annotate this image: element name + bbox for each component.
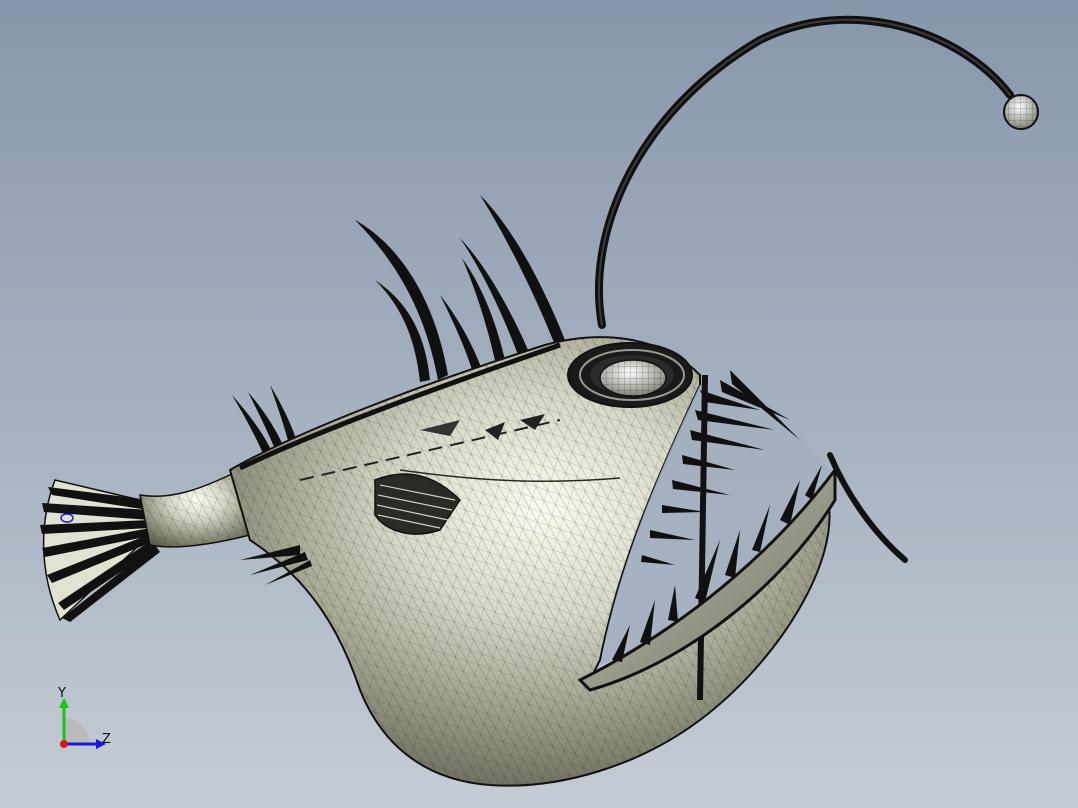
illicium-lure <box>595 15 1039 329</box>
model-view[interactable] <box>0 0 1078 808</box>
triad-axes <box>59 698 106 749</box>
coordinate-triad: Y Z <box>40 684 130 764</box>
triad-z-label: Z <box>102 732 111 747</box>
triad-y-label: Y <box>58 686 66 701</box>
eye <box>567 342 693 408</box>
graphics-viewport[interactable]: Y Z <box>0 0 1078 808</box>
